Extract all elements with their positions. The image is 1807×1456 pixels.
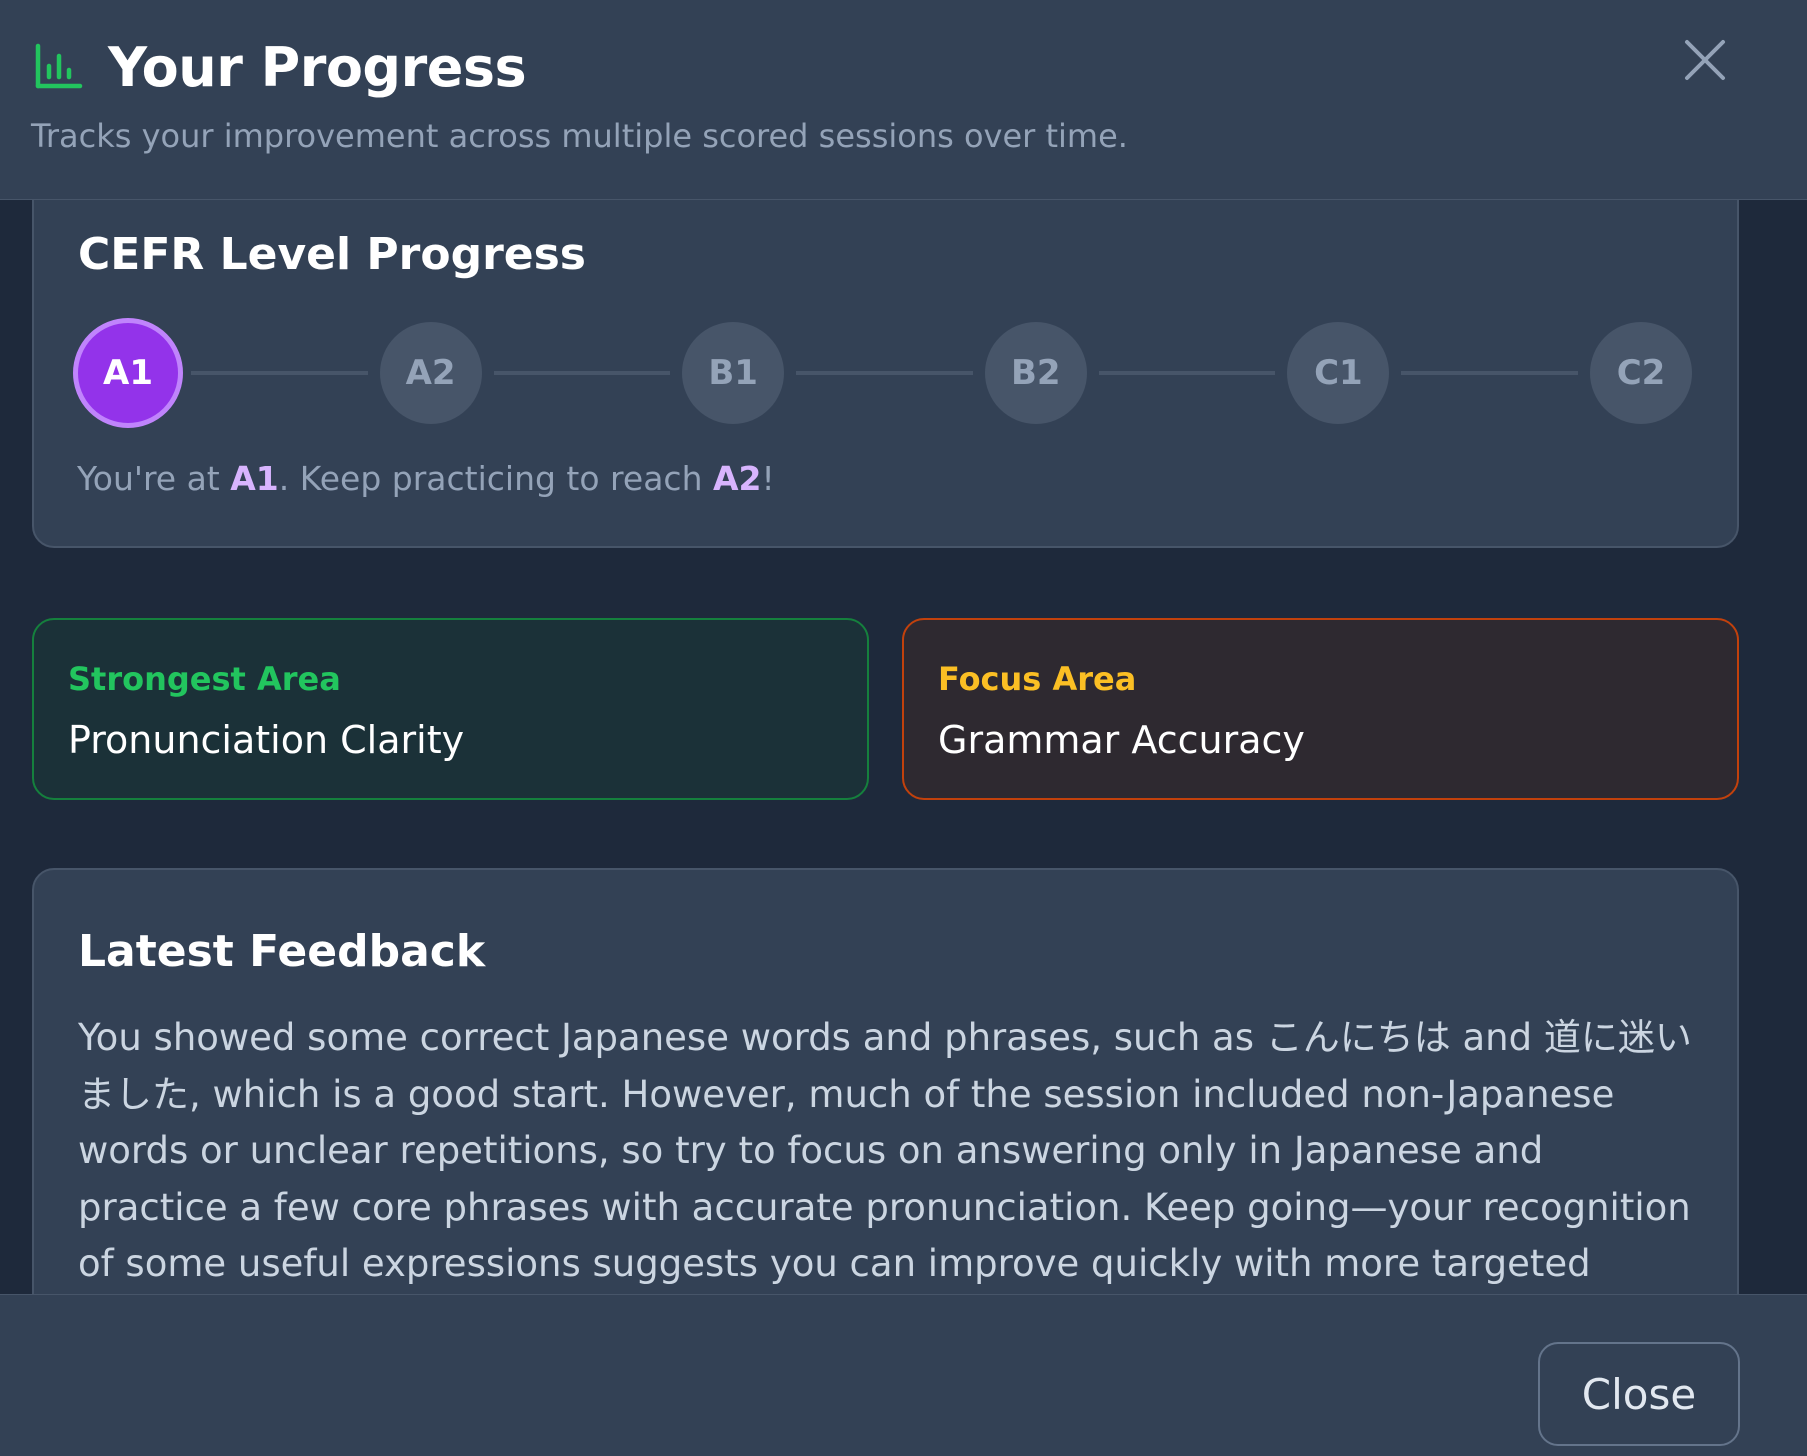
level-connector [493, 371, 671, 375]
level-circle-a2: A2 [379, 322, 482, 424]
modal-header: Your Progress Tracks your improvement ac… [0, 0, 1807, 200]
modal-content[interactable]: CEFR Level Progress A1 A2 B1 B2 C1 C2 You're … [0, 200, 1807, 1294]
modal-footer: Close [0, 1294, 1807, 1456]
level-circle-b1: B1 [682, 322, 785, 424]
level-message-prefix: You're at [77, 459, 231, 498]
close-icon[interactable] [1681, 36, 1729, 84]
level-message-current: A1 [230, 459, 279, 498]
strongest-area-card: Strongest Area Pronunciation Clarity [32, 618, 869, 800]
level-message: You're at A1. Keep practicing to reach A… [77, 459, 775, 498]
feedback-title: Latest Feedback [78, 926, 486, 977]
level-connector [796, 371, 973, 375]
level-message-next: A2 [712, 459, 762, 498]
strongest-area-value: Pronunciation Clarity [68, 718, 465, 762]
strongest-area-label: Strongest Area [68, 660, 341, 698]
bar-chart-icon [35, 43, 83, 89]
progress-modal: Your Progress Tracks your improvement ac… [0, 0, 1807, 1456]
level-circle-b2: B2 [984, 322, 1087, 424]
modal-title: Your Progress [108, 36, 527, 99]
level-circle-a1: A1 [73, 318, 183, 428]
level-message-suffix: ! [761, 459, 775, 498]
cefr-title: CEFR Level Progress [78, 229, 586, 280]
level-connector [1098, 371, 1276, 375]
level-message-middle: . Keep practicing to reach [278, 459, 713, 498]
level-connector [1401, 371, 1578, 375]
focus-area-card: Focus Area Grammar Accuracy [902, 618, 1739, 800]
level-circle-c2: C2 [1590, 322, 1692, 424]
latest-feedback-card: Latest Feedback You showed some correct … [32, 868, 1739, 1294]
focus-area-value: Grammar Accuracy [938, 718, 1305, 762]
close-button[interactable]: Close [1538, 1342, 1740, 1446]
modal-subtitle: Tracks your improvement across multiple … [31, 117, 1128, 155]
focus-area-label: Focus Area [938, 660, 1137, 698]
feedback-text: You showed some correct Japanese words a… [78, 1016, 1692, 1285]
level-circle-c1: C1 [1287, 322, 1390, 424]
level-connector [191, 371, 368, 375]
